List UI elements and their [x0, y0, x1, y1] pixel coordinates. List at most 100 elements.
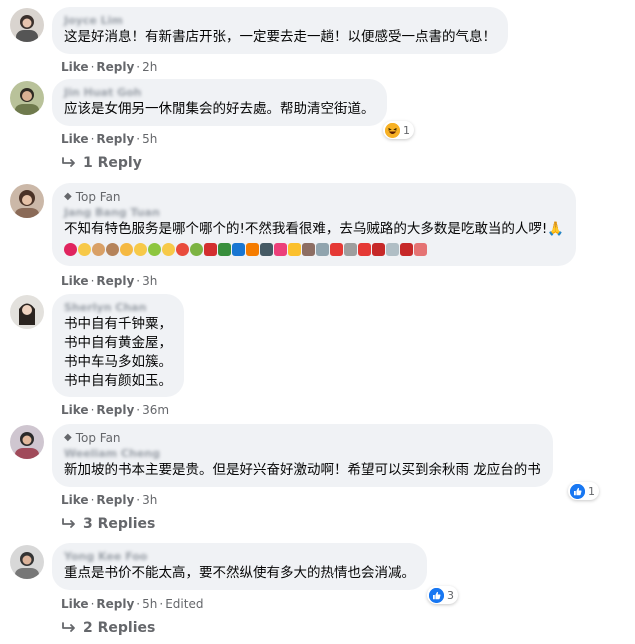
comment-actions: Like · Reply · 3h	[61, 274, 158, 288]
reply-arrow-icon	[62, 518, 75, 528]
book-red-emoji-icon	[204, 242, 217, 256]
haha-reaction-icon	[385, 122, 400, 138]
reaction-summary[interactable]: 1	[383, 121, 414, 139]
comment-actions: Like · Reply · 5h · Edited	[61, 597, 204, 611]
reply-arrow-icon	[62, 157, 75, 167]
comment-author[interactable]: Joyce Lim	[64, 13, 496, 28]
smile-emoji-icon	[78, 242, 91, 256]
diamond-icon: ◆	[64, 191, 72, 202]
reaction-count: 1	[403, 123, 410, 137]
comment-bubble: ◆ Top Fan Weeliam Cheng 新加坡的书本主要是贵。但是好兴奋…	[52, 424, 553, 487]
notebook-emoji-icon	[260, 242, 273, 256]
comment-actions: Like · Reply · 2h	[61, 60, 158, 74]
avatar[interactable]	[10, 545, 44, 579]
like-button[interactable]: Like	[61, 493, 89, 507]
book-open-emoji-icon	[316, 242, 329, 256]
like-reaction-icon	[570, 483, 585, 499]
comment-author[interactable]: Jin Huat Goh	[64, 85, 375, 100]
comment-text: 重点是书价不能太高，要不然纵使有多大的热情也会消减。	[64, 565, 415, 581]
comment-text-line: 书中自有黄金屋，	[64, 335, 172, 351]
book-orange-emoji-icon	[246, 242, 259, 256]
reply-button[interactable]: Reply	[96, 60, 134, 74]
comment-actions: Like · Reply · 36m	[61, 403, 170, 417]
timestamp[interactable]: 5h	[142, 132, 157, 146]
book-green-emoji-icon	[218, 242, 231, 256]
like-reaction-icon	[429, 587, 444, 603]
comment-text: 新加坡的书本主要是贵。但是好兴奋好激动啊！希望可以买到余秋雨 龙应台的书	[64, 462, 541, 478]
view-replies-link[interactable]: 3 Replies	[61, 514, 155, 534]
comment-actions: Like · Reply · 3h	[61, 493, 158, 507]
person-emoji-icon	[92, 242, 105, 256]
diamond-icon: ◆	[64, 432, 72, 443]
comment-bubble: Yong Kee Foo 重点是书价不能太高，要不然纵使有多大的热情也会消减。	[52, 543, 427, 590]
reaction-summary[interactable]: 1	[568, 482, 599, 500]
timestamp[interactable]: 3h	[142, 274, 157, 288]
top-fan-badge: ◆ Top Fan	[64, 431, 121, 445]
avatar[interactable]	[10, 184, 44, 218]
heart-emoji-icon	[64, 242, 77, 256]
reply-button[interactable]: Reply	[96, 493, 134, 507]
gift-emoji-icon	[372, 242, 385, 256]
clown-emoji-icon	[176, 242, 189, 256]
money-emoji-icon	[190, 242, 203, 256]
timestamp[interactable]: 2h	[142, 60, 157, 74]
reply-button[interactable]: Reply	[96, 597, 134, 611]
timestamp[interactable]: 36m	[142, 403, 169, 417]
cat-emoji-icon	[120, 242, 133, 256]
church-emoji-icon	[344, 242, 357, 256]
comment-text: 这是好消息！有新書店开张，一定要去走一趟！以便感受一点書的气息！	[64, 29, 496, 45]
comment-author[interactable]: Yong Kee Foo	[64, 549, 415, 564]
comment-actions: Like · Reply · 5h	[61, 132, 158, 146]
flag-emoji-icon	[400, 242, 413, 256]
replies-count-label: 3 Replies	[83, 516, 156, 532]
reaction-count: 3	[447, 588, 454, 602]
like-button[interactable]: Like	[61, 403, 89, 417]
like-button[interactable]: Like	[61, 597, 89, 611]
books-emoji-icon	[302, 242, 315, 256]
comment-bubble: Joyce Lim 这是好消息！有新書店开张，一定要去走一趟！以便感受一点書的气…	[52, 7, 508, 54]
reply-button[interactable]: Reply	[96, 403, 134, 417]
view-replies-link[interactable]: 1 Reply	[61, 153, 142, 173]
target-emoji-icon	[358, 242, 371, 256]
tombstone-emoji-icon	[386, 242, 399, 256]
replies-count-label: 1 Reply	[83, 155, 142, 171]
book-pink-emoji-icon	[274, 242, 287, 256]
comment-bubble: Jin Huat Goh 应该是女佣另一休閒集会的好去處。帮助清空街道。	[52, 79, 387, 126]
reply-button[interactable]: Reply	[96, 274, 134, 288]
timestamp[interactable]: 5h	[142, 597, 157, 611]
like-button[interactable]: Like	[61, 60, 89, 74]
reply-button[interactable]: Reply	[96, 132, 134, 146]
comment-bubble: ◆ Top Fan Jang Bang Tuan 不知有特色服务是哪个哪个的!不…	[52, 183, 577, 266]
worried-emoji-icon	[162, 242, 175, 256]
like-button[interactable]: Like	[61, 274, 89, 288]
reaction-summary[interactable]: 3	[427, 586, 458, 604]
comment-text: 不知有特色服务是哪个哪个的!不然我看很难，去乌贼路的大多数是吃敢当的人啰!🙏	[64, 221, 565, 237]
comment-bubble: Sherlyn Chan 书中自有千钟粟， 书中自有黄金屋， 书中车马多如簇。 …	[52, 294, 184, 397]
emoji-row	[64, 240, 564, 258]
like-button[interactable]: Like	[61, 132, 89, 146]
thumb-emoji-icon	[134, 242, 147, 256]
reply-arrow-icon	[62, 622, 75, 632]
sick-emoji-icon	[148, 242, 161, 256]
book-blue-emoji-icon	[232, 242, 245, 256]
comment-author[interactable]: Jang Bang Tuan	[64, 205, 564, 220]
lantern-emoji-icon	[330, 242, 343, 256]
reaction-count: 1	[588, 484, 595, 498]
view-replies-link[interactable]: 2 Replies	[61, 618, 155, 638]
monkey-emoji-icon	[106, 242, 119, 256]
comment-text: 应该是女佣另一休閒集会的好去處。帮助清空街道。	[64, 101, 375, 117]
timestamp[interactable]: 3h	[142, 493, 157, 507]
comment-author[interactable]: Weeliam Cheng	[64, 446, 541, 461]
edited-label[interactable]: Edited	[165, 597, 203, 611]
comment-author[interactable]: Sherlyn Chan	[64, 300, 172, 315]
comment-text-line: 书中自有颜如玉。	[64, 373, 172, 389]
cross-emoji-icon	[414, 242, 427, 256]
avatar[interactable]	[10, 425, 44, 459]
avatar[interactable]	[10, 295, 44, 329]
top-fan-badge: ◆ Top Fan	[64, 190, 121, 204]
avatar[interactable]	[10, 81, 44, 115]
comment-text-line: 书中自有千钟粟，	[64, 316, 172, 332]
comment-text-line: 书中车马多如簇。	[64, 354, 172, 370]
avatar[interactable]	[10, 8, 44, 42]
book-yellow-emoji-icon	[288, 242, 301, 256]
